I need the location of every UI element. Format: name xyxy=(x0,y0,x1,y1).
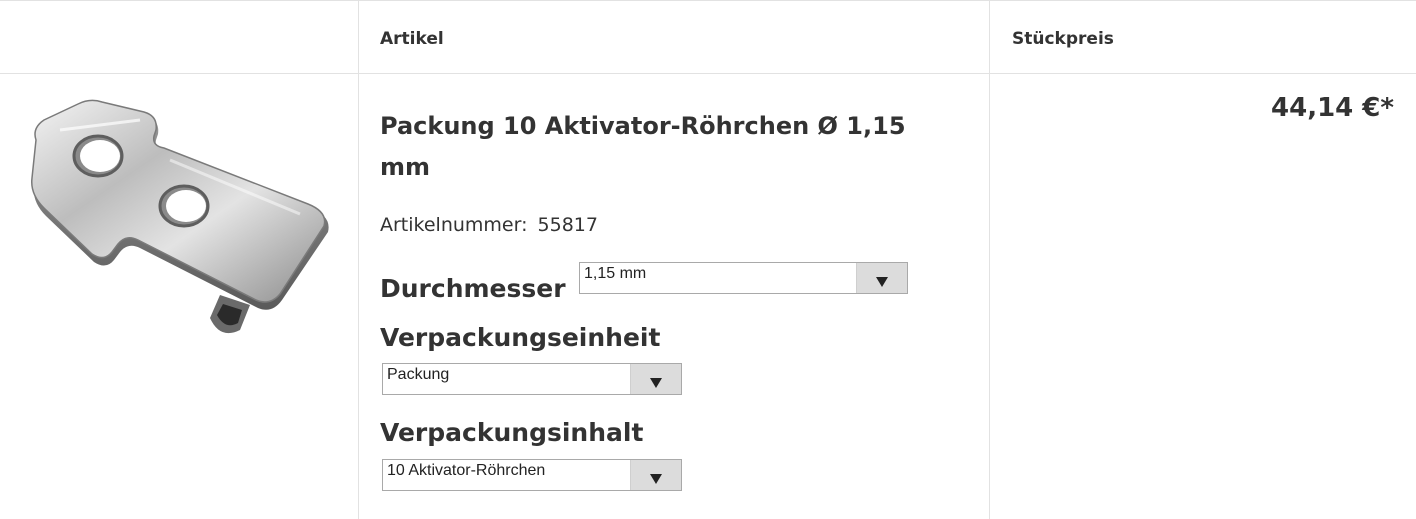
chevron-down-icon xyxy=(650,474,662,484)
article-number-label: Artikelnummer: xyxy=(380,214,528,236)
product-title[interactable]: Packung 10 Aktivator-Röhrchen Ø 1,15 mm xyxy=(380,106,940,188)
verpackungseinheit-selected-value: Packung xyxy=(387,366,450,383)
verpackungseinheit-select[interactable]: Packung xyxy=(382,363,682,395)
column-divider-2 xyxy=(989,0,990,519)
verpackungseinheit-label: Verpackungseinheit xyxy=(380,323,661,352)
verpackungseinheit-dropdown-button[interactable] xyxy=(630,364,681,394)
metal-bracket-icon xyxy=(31,99,329,334)
durchmesser-selected-value: 1,15 mm xyxy=(584,265,647,282)
table-top-border xyxy=(0,0,1416,1)
header-stueckpreis: Stückpreis xyxy=(1012,29,1114,49)
header-artikel: Artikel xyxy=(380,29,444,49)
cart-table: Artikel Stückpreis Packung 10 Aktivator-… xyxy=(0,0,1416,519)
durchmesser-select[interactable]: 1,15 mm xyxy=(579,262,908,294)
durchmesser-label: Durchmesser xyxy=(380,274,566,303)
column-divider-1 xyxy=(358,0,359,519)
article-number: Artikelnummer: 55817 xyxy=(380,214,598,236)
verpackungsinhalt-dropdown-button[interactable] xyxy=(630,460,681,490)
chevron-down-icon xyxy=(876,277,888,287)
product-image[interactable] xyxy=(20,90,340,354)
header-divider xyxy=(0,73,1416,74)
chevron-down-icon xyxy=(650,378,662,388)
verpackungsinhalt-select[interactable]: 10 Aktivator-Röhrchen xyxy=(382,459,682,491)
unit-price: 44,14 €* xyxy=(1271,93,1394,123)
durchmesser-dropdown-button[interactable] xyxy=(856,263,907,293)
verpackungsinhalt-label: Verpackungsinhalt xyxy=(380,418,644,447)
article-number-value: 55817 xyxy=(537,214,598,236)
verpackungsinhalt-selected-value: 10 Aktivator-Röhrchen xyxy=(387,462,546,479)
